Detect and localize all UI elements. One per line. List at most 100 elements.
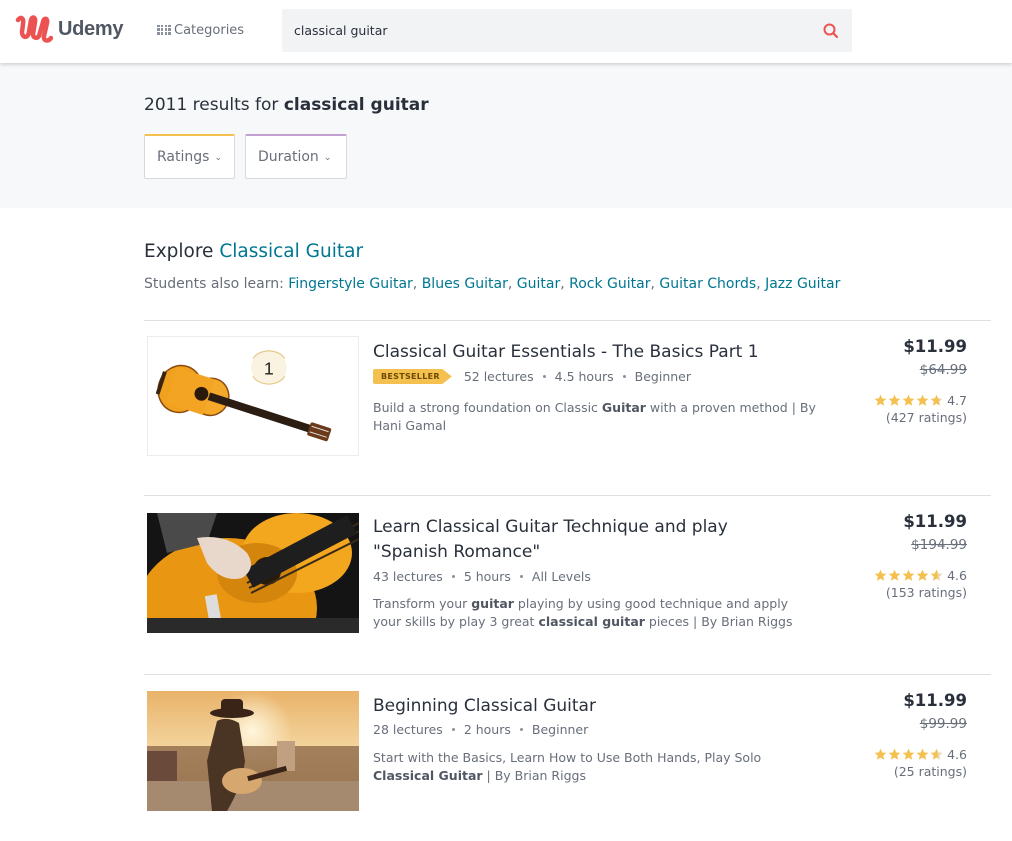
- udemy-logo[interactable]: Udemy: [15, 14, 124, 44]
- star-icon: [902, 569, 915, 581]
- star-icon: [874, 394, 887, 406]
- star-icon: [916, 569, 929, 581]
- star-icon: [902, 394, 915, 406]
- star-icon: [874, 748, 887, 760]
- explore-prefix: Explore: [144, 241, 214, 262]
- course-meta: 28 lectures 2 hours Beginner: [373, 722, 588, 737]
- course-level: All Levels: [531, 569, 591, 584]
- search-input[interactable]: [294, 9, 794, 52]
- udemy-logo-icon: [15, 15, 53, 43]
- course-duration: 2 hours: [463, 722, 511, 737]
- course-title[interactable]: Classical Guitar Essentials - The Basics…: [373, 340, 793, 365]
- course-meta: 43 lectures 5 hours All Levels: [373, 569, 591, 584]
- search-icon: [823, 23, 839, 39]
- course-description: Transform your guitar playing by using g…: [373, 596, 793, 629]
- price-column: $11.99 $194.99 4.6 (153 ratings): [827, 510, 967, 603]
- related-topic-link[interactable]: Guitar: [517, 276, 560, 292]
- course-duration: 5 hours: [463, 569, 511, 584]
- star-icon: [930, 748, 943, 760]
- star-icon: [916, 748, 929, 760]
- related-topic-link[interactable]: Jazz Guitar: [765, 276, 840, 292]
- students-also-learn: Students also learn: Fingerstyle Guitar,…: [144, 276, 841, 292]
- categories-button[interactable]: Categories: [157, 23, 244, 38]
- separator-dot: [451, 575, 455, 578]
- lecture-count: 43 lectures: [373, 569, 443, 584]
- categories-label: Categories: [174, 23, 245, 38]
- star-icon: [874, 569, 887, 581]
- course-level: Beginner: [634, 369, 691, 384]
- explore-heading: Explore Classical Guitar: [144, 241, 363, 262]
- star-icon: [888, 569, 901, 581]
- chevron-down-icon: ⌄: [214, 153, 222, 163]
- separator-dot: [519, 575, 523, 578]
- current-price: $11.99: [903, 337, 967, 356]
- rating-count: (25 ratings): [893, 764, 967, 779]
- man-with-guitar-sunset-image: [147, 691, 359, 811]
- star-icon: [902, 748, 915, 760]
- star-icon: [930, 394, 943, 406]
- course-card[interactable]: 1 Classical Guitar Essentials - The Basi…: [144, 321, 991, 471]
- ratings-filter-button[interactable]: Ratings ⌄: [144, 134, 235, 179]
- star-icon: [888, 748, 901, 760]
- rating-count: (153 ratings): [885, 585, 967, 600]
- star-rating: [873, 569, 943, 582]
- price-column: $11.99 $99.99 4.6 (25 ratings): [827, 689, 967, 782]
- related-topic-link[interactable]: Rock Guitar: [569, 276, 650, 292]
- rating-value: 4.7: [947, 393, 967, 408]
- chevron-down-icon: ⌄: [323, 153, 332, 163]
- rating: 4.7: [827, 393, 967, 408]
- course-description: Build a strong foundation on Classic Gui…: [373, 400, 816, 433]
- course-card[interactable]: Beginning Classical Guitar 28 lectures 2…: [144, 675, 991, 825]
- course-thumbnail[interactable]: [147, 691, 359, 811]
- course-card[interactable]: Learn Classical Guitar Technique and pla…: [144, 496, 991, 646]
- course-title[interactable]: Beginning Classical Guitar: [373, 694, 793, 719]
- star-rating: [873, 394, 943, 407]
- results-query: classical guitar: [283, 95, 429, 115]
- current-price: $11.99: [903, 512, 967, 531]
- results-count-text: 2011 results for: [144, 95, 279, 115]
- separator-dot: [622, 375, 626, 378]
- explore-topic-link[interactable]: Classical Guitar: [219, 241, 363, 262]
- related-topic-link[interactable]: Guitar Chords: [659, 276, 756, 292]
- original-price: $64.99: [919, 362, 967, 378]
- rating-value: 4.6: [947, 747, 967, 762]
- rating: 4.6: [827, 747, 967, 762]
- grid-icon: [157, 24, 171, 37]
- course-meta: BESTSELLER 52 lectures 4.5 hours Beginne…: [373, 369, 691, 384]
- separator-dot: [451, 728, 455, 731]
- star-icon: [916, 394, 929, 406]
- bestseller-badge: BESTSELLER: [373, 369, 452, 384]
- top-header: Udemy Categories: [0, 0, 1012, 63]
- lecture-count: 52 lectures: [463, 369, 534, 384]
- course-duration: 4.5 hours: [554, 369, 614, 384]
- search-bar: [282, 9, 852, 52]
- original-price: $194.99: [911, 537, 967, 553]
- price-column: $11.99 $64.99 4.7 (427 ratings): [827, 335, 967, 428]
- original-price: $99.99: [919, 716, 967, 732]
- course-thumbnail[interactable]: 1: [147, 336, 359, 456]
- students-also-learn-label: Students also learn:: [144, 276, 284, 292]
- related-topic-link[interactable]: Fingerstyle Guitar: [288, 276, 413, 292]
- duration-filter-button[interactable]: Duration ⌄: [245, 134, 347, 179]
- guitar-product-image: 1: [148, 337, 358, 455]
- duration-filter-label: Duration: [258, 149, 319, 165]
- lecture-count: 28 lectures: [373, 722, 443, 737]
- image-number-label: 1: [264, 358, 274, 378]
- star-icon: [930, 569, 943, 581]
- course-title[interactable]: Learn Classical Guitar Technique and pla…: [373, 515, 793, 565]
- logo-text: Udemy: [58, 17, 124, 40]
- related-topic-link[interactable]: Blues Guitar: [422, 276, 508, 292]
- course-thumbnail[interactable]: [147, 513, 359, 633]
- ratings-filter-label: Ratings: [157, 149, 210, 165]
- separator-dot: [519, 728, 523, 731]
- search-button[interactable]: [822, 22, 840, 40]
- hand-playing-guitar-image: [147, 513, 359, 633]
- rating-value: 4.6: [947, 568, 967, 583]
- rating: 4.6: [827, 568, 967, 583]
- course-level: Beginner: [531, 722, 589, 737]
- separator-dot: [542, 375, 546, 378]
- course-description: Start with the Basics, Learn How to Use …: [373, 750, 762, 783]
- star-rating: [873, 748, 943, 761]
- results-count: 2011 results for classical guitar: [144, 95, 429, 115]
- results-summary: 2011 results for classical guitar Rating…: [0, 63, 1012, 208]
